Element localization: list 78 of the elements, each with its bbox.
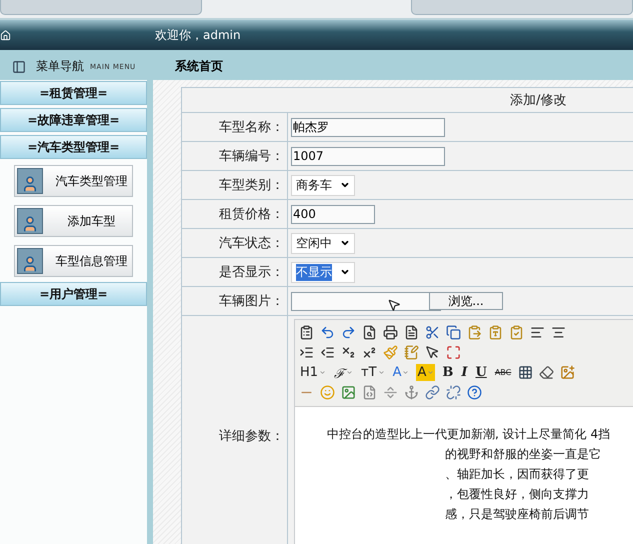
notepad-icon[interactable]: [404, 345, 419, 360]
editor-text-line: 的视野和舒服的坐姿一直是它: [444, 447, 602, 461]
caret-icon: [340, 267, 350, 277]
unlink-icon[interactable]: [446, 385, 461, 400]
text-input-field[interactable]: 帕杰罗: [291, 118, 445, 136]
font-family-button[interactable]: ℱ: [333, 364, 354, 381]
table-icon[interactable]: [518, 365, 534, 380]
superscript-icon[interactable]: [362, 345, 377, 360]
user-avatar-icon: [17, 168, 43, 194]
align-center-icon[interactable]: [551, 325, 566, 340]
text-input-field[interactable]: 400: [291, 204, 375, 224]
anchor-icon[interactable]: [404, 385, 419, 400]
insert-image-icon[interactable]: [560, 365, 576, 380]
highlight-button[interactable]: A: [416, 364, 436, 381]
print-icon[interactable]: [383, 325, 398, 340]
welcome-text: 欢迎你，admin: [155, 26, 241, 44]
dropdown-select[interactable]: 不显示: [291, 262, 355, 282]
editor-text-line: 感，只是驾驶座椅前后调节: [444, 507, 590, 521]
copy-icon[interactable]: [446, 325, 461, 340]
dropdown-select[interactable]: 商务车: [291, 174, 355, 196]
menu-title: 菜单导航: [36, 58, 84, 75]
clipboard-icon[interactable]: [299, 325, 314, 340]
dropdown-select[interactable]: 空闲中: [291, 232, 355, 254]
menu-section-header[interactable]: =故障违章管理=: [0, 108, 147, 132]
image-icon[interactable]: [341, 385, 356, 400]
preview-icon[interactable]: [362, 325, 377, 340]
home-icon[interactable]: [0, 30, 11, 40]
document-icon[interactable]: [404, 325, 419, 340]
subscript-icon[interactable]: [341, 345, 356, 360]
text-input-field[interactable]: 1007: [291, 146, 445, 166]
field-label: 汽车状态：: [182, 229, 288, 257]
field-label: 详细参数：: [182, 316, 288, 544]
underline-button[interactable]: U: [474, 364, 488, 381]
code-icon[interactable]: [362, 385, 377, 400]
field-label: 是否显示：: [182, 258, 288, 286]
editor-text-line: 、轴距加长，因而获得了更: [444, 467, 590, 481]
italic-button[interactable]: I: [460, 364, 468, 381]
outdent-icon[interactable]: [320, 345, 335, 360]
paste-icon[interactable]: [467, 325, 482, 340]
heading-button[interactable]: H1: [299, 364, 328, 381]
indent-icon[interactable]: [299, 345, 314, 360]
paste-text-icon[interactable]: [488, 325, 503, 340]
editor-text-line: ，包覆性良好，侧向支撑力: [444, 487, 590, 501]
eraser-icon[interactable]: [539, 365, 554, 380]
help-icon[interactable]: [467, 385, 482, 400]
user-avatar-icon: [17, 248, 43, 274]
caret-icon: [340, 180, 350, 190]
bold-button[interactable]: B: [441, 364, 454, 381]
rich-text-editor[interactable]: H1 ℱ тT A A B I U ABC 中控台的造型比上一代更加新潮, 设计上尽量简化 4挡 的视野和舒服的坐姿一直是它 、轴距加长，因而获得了更 ，包覆性良好，侧向支撑力 感，只是驾驶座椅前后调节: [294, 319, 633, 544]
menu-icon: [12, 60, 26, 74]
menu-section-header[interactable]: =租赁管理=: [0, 81, 147, 105]
font-color-button[interactable]: A: [392, 364, 410, 381]
submenu-button[interactable]: 汽车类型管理: [14, 165, 133, 197]
field-label: 车辆编号：: [182, 142, 288, 170]
user-avatar-icon: [17, 208, 43, 234]
field-label: 租赁价格：: [182, 200, 288, 228]
pointer-icon[interactable]: [425, 345, 440, 360]
menu-section-header[interactable]: =用户管理=: [0, 282, 147, 306]
fullscreen-icon[interactable]: [446, 345, 461, 360]
redo-icon[interactable]: [341, 325, 356, 340]
cut-icon[interactable]: [425, 325, 440, 340]
submenu-button[interactable]: 车型信息管理: [14, 245, 133, 277]
field-label: 车辆图片：: [182, 287, 288, 315]
field-label: 车型类别：: [182, 171, 288, 199]
undo-icon[interactable]: [320, 325, 335, 340]
editor-text-line: 中控台的造型比上一代更加新潮, 设计上尽量简化 4挡: [326, 427, 612, 441]
font-size-button[interactable]: тT: [360, 364, 386, 381]
align-left-icon[interactable]: [530, 325, 545, 340]
form-title: 添加/修改: [182, 88, 633, 113]
strikethrough-button[interactable]: ABC: [494, 364, 512, 381]
file-path-field[interactable]: [291, 292, 441, 310]
page-title: 系统首页: [174, 58, 224, 75]
caret-icon: [340, 238, 350, 248]
paste-word-icon[interactable]: [509, 325, 524, 340]
submenu-button[interactable]: 添加车型: [14, 205, 133, 237]
link-icon[interactable]: [425, 385, 440, 400]
menu-section-header[interactable]: =汽车类型管理=: [0, 135, 147, 159]
field-label: 车型名称：: [182, 113, 288, 141]
